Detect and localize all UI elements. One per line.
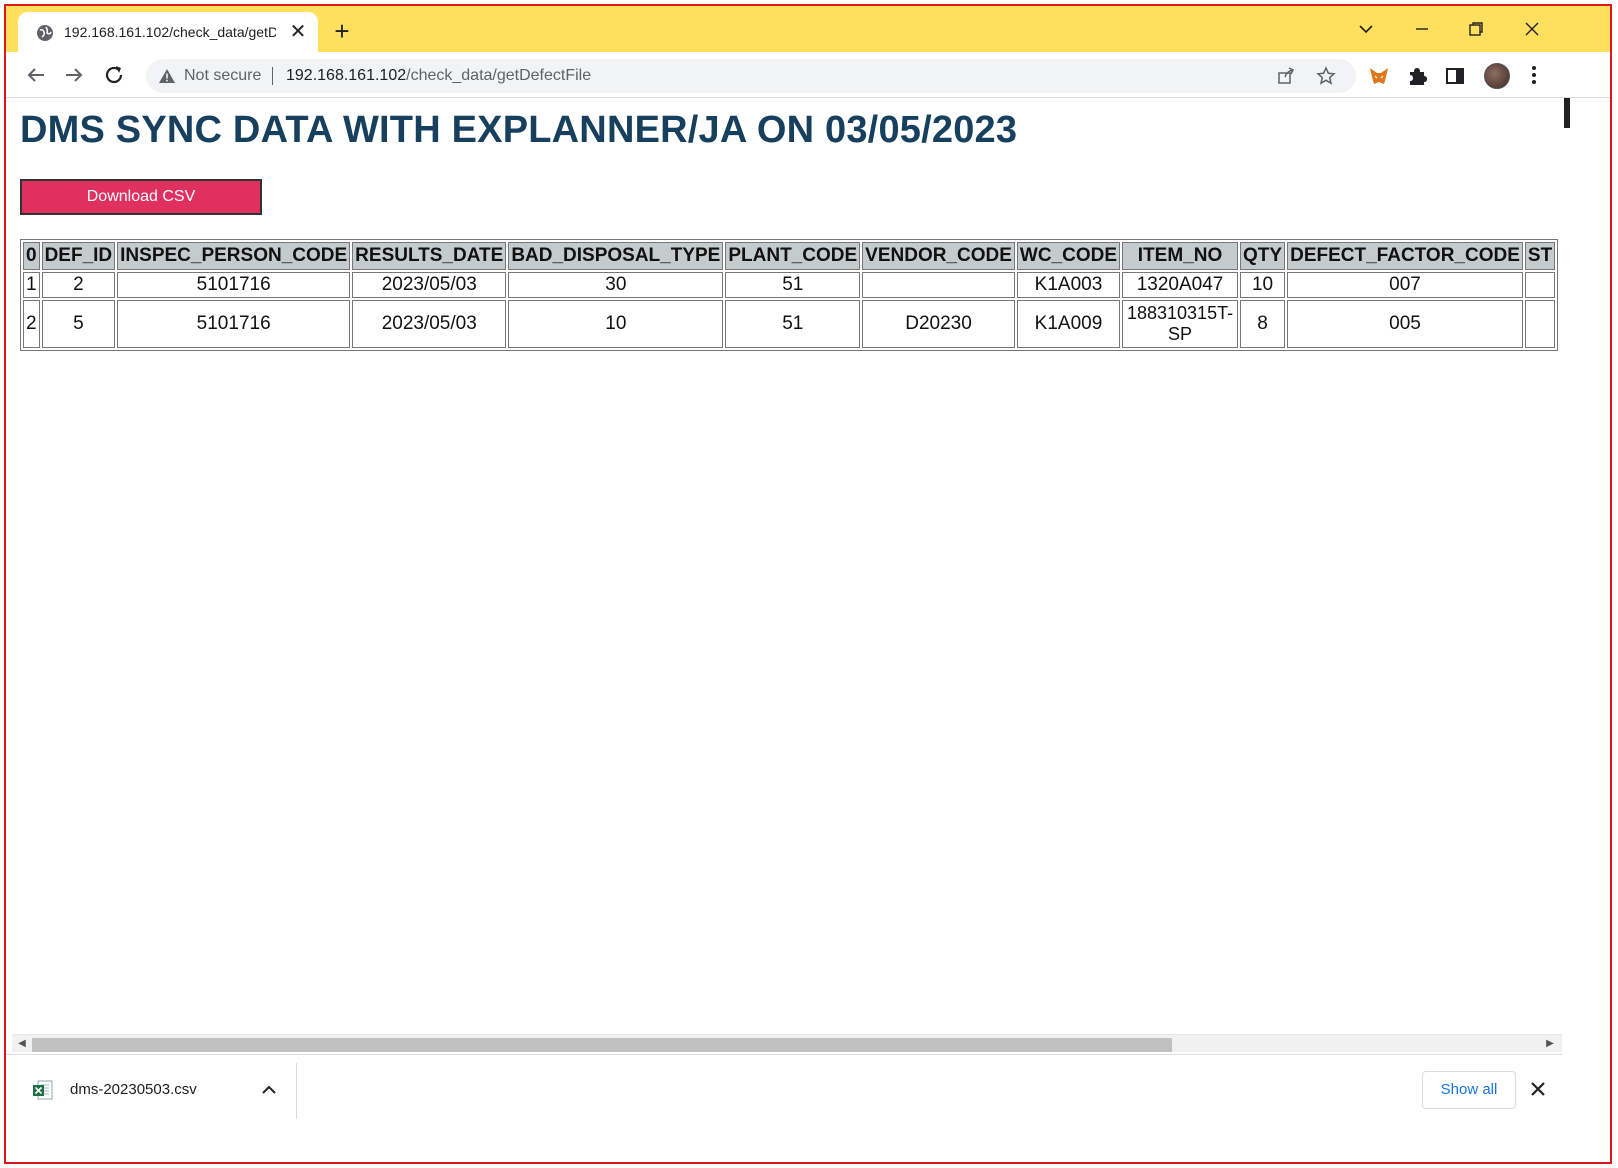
url-text[interactable]: 192.168.161.102/check_data/getDefectFile <box>286 67 591 85</box>
table-cell: 10 <box>1240 272 1286 298</box>
metamask-fox-icon[interactable] <box>1368 65 1390 87</box>
table-cell: K1A003 <box>1016 272 1121 298</box>
tab-title: 192.168.161.102/check_data/getDefectFile <box>64 24 276 40</box>
table-cell: 2023/05/03 <box>352 300 507 348</box>
minimize-icon <box>1416 28 1428 30</box>
close-icon <box>1525 22 1539 36</box>
column-header: WC_CODE <box>1016 242 1121 270</box>
table-cell: 10 <box>508 300 724 348</box>
table-cell: 51 <box>725 272 861 298</box>
column-header: VENDOR_CODE <box>862 242 1015 270</box>
excel-file-icon <box>33 1080 53 1100</box>
table-row: 2 5 5101716 2023/05/03 10 51 D20230 K1A0… <box>23 300 1556 348</box>
side-panel-icon[interactable] <box>1444 65 1466 87</box>
column-header: RESULTS_DATE <box>352 242 507 270</box>
reload-icon[interactable] <box>102 63 126 87</box>
show-all-button[interactable]: Show all <box>1422 1071 1516 1109</box>
horizontal-scrollbar-thumb[interactable] <box>32 1038 1172 1052</box>
address-bar[interactable]: Not secure 192.168.161.102/check_data/ge… <box>146 59 1356 93</box>
more-menu-icon[interactable] <box>1524 64 1544 86</box>
table-cell: 30 <box>508 272 724 298</box>
table-row: 1 2 5101716 2023/05/03 30 51 K1A003 1320… <box>23 272 1556 298</box>
horizontal-scrollbar[interactable]: ◀ ▶ <box>12 1034 1562 1052</box>
table-header-row: 0 DEF_ID INSPEC_PERSON_CODE RESULTS_DATE… <box>23 242 1556 270</box>
url-host: 192.168.161.102 <box>286 67 407 84</box>
restore-button[interactable] <box>1458 14 1494 44</box>
column-header: QTY <box>1240 242 1286 270</box>
table-cell <box>862 272 1015 298</box>
column-header: DEFECT_FACTOR_CODE <box>1287 242 1523 270</box>
vertical-scrollbar[interactable] <box>1562 98 1572 1038</box>
table-cell: K1A009 <box>1016 300 1121 348</box>
restore-icon <box>1469 22 1483 36</box>
bookmark-star-icon[interactable] <box>1316 66 1336 86</box>
scroll-left-arrow-icon[interactable]: ◀ <box>16 1038 28 1050</box>
tab-close-icon[interactable]: ✕ <box>288 22 308 42</box>
table-cell: 5 <box>41 300 116 348</box>
download-item[interactable]: dms-20230503.csv <box>16 1061 298 1121</box>
page-content: DMS SYNC DATA WITH EXPLANNER/JA ON 03/05… <box>6 99 1562 1039</box>
table-cell <box>1524 272 1556 298</box>
table-cell: 188310315T-SP <box>1122 300 1239 348</box>
profile-avatar[interactable] <box>1484 63 1510 89</box>
table-cell: 2 <box>41 272 116 298</box>
column-header: BAD_DISPOSAL_TYPE <box>508 242 724 270</box>
vertical-scrollbar-thumb[interactable] <box>1564 98 1570 128</box>
table-cell: D20230 <box>862 300 1015 348</box>
table-cell: 5101716 <box>117 272 351 298</box>
chevron-up-icon[interactable] <box>260 1081 278 1099</box>
column-header: 0 <box>23 242 40 270</box>
minimize-button[interactable] <box>1404 14 1440 44</box>
globe-icon <box>37 25 53 41</box>
browser-window: 192.168.161.102/check_data/getDefectFile… <box>4 4 1612 1164</box>
column-header: DEF_ID <box>41 242 116 270</box>
download-csv-button[interactable]: Download CSV <box>20 179 262 215</box>
column-header: PLANT_CODE <box>725 242 861 270</box>
defect-data-table: 0 DEF_ID INSPEC_PERSON_CODE RESULTS_DATE… <box>20 239 1559 351</box>
chevron-down-icon <box>1359 25 1373 34</box>
table-cell: 1 <box>23 272 40 298</box>
page-title: DMS SYNC DATA WITH EXPLANNER/JA ON 03/05… <box>20 109 1018 151</box>
download-bar: dms-20230503.csv Show all <box>6 1054 1562 1126</box>
table-cell: 2023/05/03 <box>352 272 507 298</box>
new-tab-button[interactable]: + <box>328 18 356 46</box>
column-header: ST <box>1524 242 1556 270</box>
address-separator <box>272 67 273 85</box>
extensions-puzzle-icon[interactable] <box>1406 65 1428 87</box>
table-cell: 8 <box>1240 300 1286 348</box>
forward-arrow-icon[interactable] <box>62 63 86 87</box>
browser-tab[interactable]: 192.168.161.102/check_data/getDefectFile… <box>18 12 318 52</box>
download-file-name: dms-20230503.csv <box>70 1081 197 1098</box>
url-path: /check_data/getDefectFile <box>406 67 592 84</box>
table-cell: 2 <box>23 300 40 348</box>
tab-strip: 192.168.161.102/check_data/getDefectFile… <box>6 6 1610 52</box>
table-cell: 007 <box>1287 272 1523 298</box>
close-icon[interactable] <box>1528 1079 1548 1099</box>
table-cell <box>1524 300 1556 348</box>
table-cell: 005 <box>1287 300 1523 348</box>
table-cell: 5101716 <box>117 300 351 348</box>
download-separator <box>296 1063 297 1119</box>
column-header: INSPEC_PERSON_CODE <box>117 242 351 270</box>
not-secure-label[interactable]: Not secure <box>184 67 261 85</box>
table-cell: 51 <box>725 300 861 348</box>
scroll-right-arrow-icon[interactable]: ▶ <box>1544 1038 1556 1050</box>
tab-search-button[interactable] <box>1348 14 1384 44</box>
back-arrow-icon[interactable] <box>24 63 48 87</box>
warning-icon <box>159 69 175 83</box>
column-header: ITEM_NO <box>1122 242 1239 270</box>
table-cell: 1320A047 <box>1122 272 1239 298</box>
window-bottom-strip <box>6 1126 1610 1162</box>
close-window-button[interactable] <box>1514 14 1550 44</box>
browser-toolbar: Not secure 192.168.161.102/check_data/ge… <box>6 52 1610 98</box>
share-icon[interactable] <box>1276 66 1296 86</box>
